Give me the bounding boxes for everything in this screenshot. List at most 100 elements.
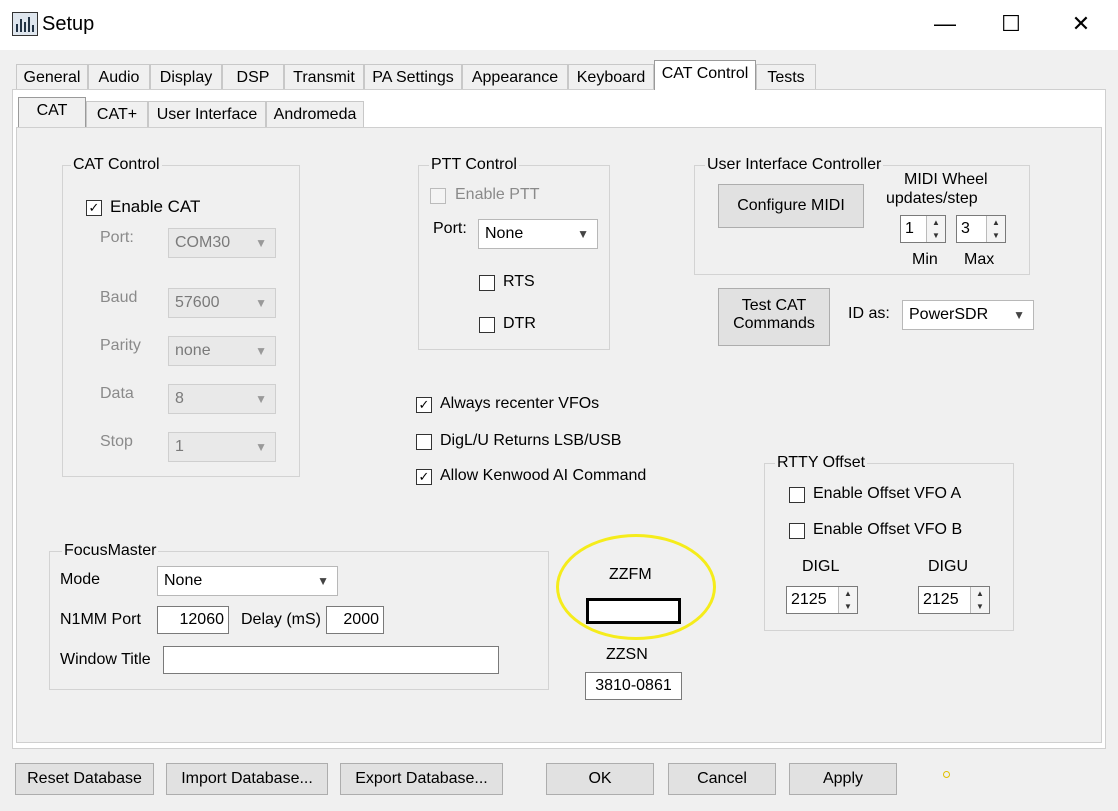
chevron-down-icon: ▼ [317, 574, 329, 588]
digu-value: 2125 [923, 591, 959, 608]
subtab-cat-plus[interactable]: CAT+ [86, 101, 148, 127]
ptt-port-select[interactable]: None ▼ [478, 219, 598, 249]
maximize-button[interactable]: ☐ [976, 0, 1046, 48]
enable-cat-label: Enable CAT [110, 197, 201, 216]
export-database-button[interactable]: Export Database... [340, 763, 503, 795]
id-as-label: ID as: [848, 305, 890, 322]
configure-midi-button[interactable]: Configure MIDI [718, 184, 864, 228]
mode-select[interactable]: None ▼ [157, 566, 338, 596]
tab-audio[interactable]: Audio [88, 64, 150, 90]
cat-port-select[interactable]: COM30 ▼ [168, 228, 276, 258]
test-cat-button[interactable]: Test CAT Commands [718, 288, 830, 346]
window-title-label: Window Title [60, 651, 151, 668]
apply-button[interactable]: Apply [789, 763, 897, 795]
ptt-port-label: Port: [433, 220, 467, 237]
recenter-vfos-checkbox[interactable]: ✓ [416, 397, 432, 413]
cat-port-label: Port: [100, 229, 134, 246]
dtr-checkbox[interactable] [479, 317, 495, 333]
rts-checkbox[interactable] [479, 275, 495, 291]
parity-label: Parity [100, 337, 141, 354]
data-select[interactable]: 8 ▼ [168, 384, 276, 414]
updates-step-label: updates/step [886, 190, 978, 207]
midi-min-spinner[interactable]: 1 ▲ ▼ [900, 215, 946, 243]
baud-select[interactable]: 57600 ▼ [168, 288, 276, 318]
ptt-control-title: PTT Control [429, 156, 519, 174]
ui-controller-title: User Interface Controller [705, 156, 884, 174]
kenwood-ai-checkbox[interactable]: ✓ [416, 469, 432, 485]
parity-value: none [175, 342, 211, 359]
digl-spinner[interactable]: 2125 ▲ ▼ [786, 586, 858, 614]
digl-returns-checkbox[interactable] [416, 434, 432, 450]
window-title-input[interactable] [163, 646, 499, 674]
id-as-select[interactable]: PowerSDR ▼ [902, 300, 1034, 330]
stop-value: 1 [175, 438, 184, 455]
parity-select[interactable]: none ▼ [168, 336, 276, 366]
zzsn-label: ZZSN [606, 646, 648, 663]
focusmaster-title: FocusMaster [62, 542, 159, 560]
cancel-button[interactable]: Cancel [668, 763, 776, 795]
minimize-button[interactable]: — [910, 0, 980, 48]
chevron-down-icon: ▼ [255, 440, 267, 454]
app-icon [12, 12, 38, 36]
chevron-down-icon: ▼ [577, 227, 589, 241]
n1mm-port-label: N1MM Port [60, 611, 141, 628]
stop-label: Stop [100, 433, 133, 450]
tab-dsp[interactable]: DSP [222, 64, 284, 90]
ok-button[interactable]: OK [546, 763, 654, 795]
chevron-down-icon: ▼ [1013, 308, 1025, 322]
midi-min-value: 1 [905, 220, 914, 237]
window-title: Setup [42, 13, 95, 35]
tab-display[interactable]: Display [150, 64, 222, 90]
subtab-user-interface[interactable]: User Interface [148, 101, 266, 127]
title-bar: Setup — ☐ ✕ [0, 0, 1118, 50]
test-cat-line2: Commands [733, 315, 815, 332]
close-button[interactable]: ✕ [1046, 0, 1116, 48]
chevron-down-icon: ▼ [255, 344, 267, 358]
baud-label: Baud [100, 289, 138, 306]
spin-arrows-icon[interactable]: ▲ ▼ [986, 216, 1005, 242]
data-value: 8 [175, 390, 184, 407]
spin-arrows-icon[interactable]: ▲ ▼ [926, 216, 945, 242]
zzfm-label: ZZFM [609, 566, 652, 583]
delay-label: Delay (mS) [241, 611, 322, 628]
zzfm-field[interactable] [586, 598, 681, 624]
digl-returns-label: DigL/U Returns LSB/USB [440, 432, 622, 449]
subtab-cat[interactable]: CAT [18, 97, 86, 127]
enable-cat-checkbox[interactable]: ✓ [86, 200, 102, 216]
spin-arrows-icon[interactable]: ▲ ▼ [838, 587, 857, 613]
import-database-button[interactable]: Import Database... [166, 763, 328, 795]
baud-value: 57600 [175, 294, 220, 311]
chevron-down-icon: ▼ [255, 392, 267, 406]
zzsn-field[interactable]: 3810-0861 [585, 672, 682, 700]
tab-appearance[interactable]: Appearance [462, 64, 568, 90]
max-label: Max [964, 251, 995, 268]
mode-value: None [164, 572, 203, 589]
recenter-vfos-label: Always recenter VFOs [440, 395, 600, 412]
stop-select[interactable]: 1 ▼ [168, 432, 276, 462]
tab-cat-control[interactable]: CAT Control [654, 60, 756, 90]
spin-arrows-icon[interactable]: ▲ ▼ [970, 587, 989, 613]
offset-vfo-b-checkbox[interactable] [789, 523, 805, 539]
tab-pa-settings[interactable]: PA Settings [364, 64, 462, 90]
enable-ptt-checkbox[interactable] [430, 188, 446, 204]
test-cat-line1: Test CAT [741, 297, 807, 314]
tab-tests[interactable]: Tests [756, 64, 816, 90]
delay-input[interactable]: 2000 [326, 606, 384, 634]
midi-max-spinner[interactable]: 3 ▲ ▼ [956, 215, 1006, 243]
cat-control-title: CAT Control [71, 156, 162, 174]
tab-keyboard[interactable]: Keyboard [568, 64, 654, 90]
offset-vfo-a-checkbox[interactable] [789, 487, 805, 503]
reset-database-button[interactable]: Reset Database [15, 763, 154, 795]
enable-ptt-label: Enable PTT [455, 186, 540, 203]
subtab-andromeda[interactable]: Andromeda [266, 101, 364, 127]
rts-label: RTS [503, 273, 535, 290]
digu-spinner[interactable]: 2125 ▲ ▼ [918, 586, 990, 614]
tab-general[interactable]: General [16, 64, 88, 90]
digl-value: 2125 [791, 591, 827, 608]
digu-label: DIGU [928, 558, 968, 575]
offset-vfo-b-label: Enable Offset VFO B [813, 521, 963, 538]
n1mm-port-input[interactable]: 12060 [157, 606, 229, 634]
min-label: Min [912, 251, 938, 268]
tab-transmit[interactable]: Transmit [284, 64, 364, 90]
midi-max-value: 3 [961, 220, 970, 237]
